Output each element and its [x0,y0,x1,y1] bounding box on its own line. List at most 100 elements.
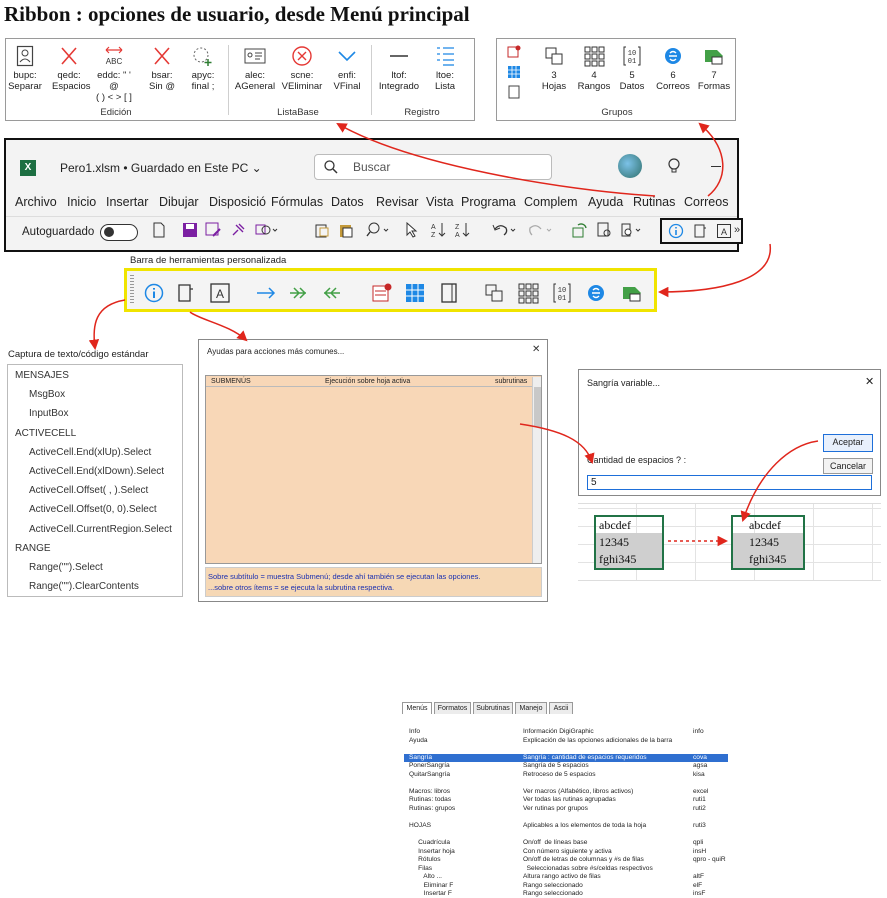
capture-item[interactable]: Range("").Select [29,562,103,573]
sort-az-icon[interactable]: AZ [430,222,446,238]
print-preview-icon[interactable] [596,222,612,238]
help-row-action[interactable]: Información DigiGraphic [523,728,594,736]
help-row-routine[interactable]: agsa [693,762,707,770]
capture-item[interactable]: Range("").ClearContents [29,581,139,592]
ltof-button[interactable]: ltof: Integrado [376,45,422,92]
help-row-action[interactable]: Aplicables a los elementos de toda la ho… [523,822,646,830]
bsar-button[interactable]: bsar: Sin @ [145,45,179,92]
capture-item[interactable]: ActiveCell.Offset(0, 0).Select [29,504,157,515]
help-row-routine[interactable]: ruti3 [693,822,706,830]
info-icon[interactable] [143,282,165,304]
scroll-icon[interactable] [692,223,708,239]
help-row-submenu[interactable]: Alto ... [409,873,442,881]
shapes-icon[interactable] [621,282,643,304]
help-row-submenu[interactable]: Rutinas: todas [409,796,451,804]
correos-button[interactable]: 6 Correos [654,45,692,92]
help-row-action[interactable]: Ver rutinas por grupos [523,805,588,813]
help-row-routine[interactable]: insF [693,890,705,898]
shapes-dropdown-icon[interactable] [255,222,279,238]
page-icon[interactable] [438,282,460,304]
help-row-action[interactable]: Ver todas las rutinas agrupadas [523,796,616,804]
menu-programa[interactable]: Programa [461,195,516,209]
help-tab[interactable]: Subrutinas [473,702,513,714]
apyc-button[interactable]: apyc: final ; [186,45,220,92]
datos-button[interactable]: 10 01 5 Datos [615,45,649,92]
hojas-button[interactable]: 3 Hojas [537,45,571,92]
help-row-action[interactable]: Altura rango activo de filas [523,873,601,881]
help-row-submenu[interactable]: HOJAS [409,822,431,830]
page-icon[interactable] [507,85,521,99]
help-row-submenu[interactable]: Cuadrícula [409,839,450,847]
help-row-submenu[interactable]: Eliminar F [409,882,454,890]
help-row-routine[interactable]: info [693,728,704,736]
menu-ayuda[interactable]: Ayuda [588,195,623,209]
help-row-action[interactable]: Ver macros (Alfabético, libros activos) [523,788,633,796]
help-row-submenu[interactable]: PonerSangría [409,762,450,770]
undo-icon[interactable] [492,222,518,238]
capture-item[interactable]: InputBox [29,408,68,419]
help-row-action[interactable]: On/off de líneas base [523,839,587,847]
help-tab[interactable]: Manejo [515,702,547,714]
range-grid-icon[interactable] [517,282,539,304]
pin-icon[interactable] [230,222,246,238]
text-box-icon[interactable]: A [209,282,231,304]
bupc-button[interactable]: bupc: Separar [8,45,42,92]
help-tab[interactable]: Ascii [549,702,573,714]
menu-vista[interactable]: Vista [426,195,454,209]
menu-datos[interactable]: Datos [331,195,364,209]
help-row-action[interactable]: On/off de letras de columnas y #s de fil… [523,856,644,864]
help-row-submenu[interactable]: Insertar hoja [409,848,455,856]
menu-formulas[interactable]: Fórmulas [271,195,323,209]
qedc-button[interactable]: qedc: Espacios [52,45,91,92]
menu-revisar[interactable]: Revisar [376,195,418,209]
cancel-button[interactable]: Cancelar [823,458,873,474]
binary-data-icon[interactable]: 1001 [551,282,573,304]
arrow-right-icon[interactable] [255,282,277,304]
globe-e-icon[interactable] [585,282,607,304]
help-row-routine[interactable]: ruti1 [693,796,706,804]
rangos-button[interactable]: 4 Rangos [577,45,611,92]
accept-button[interactable]: Aceptar [823,434,873,452]
refresh-icon[interactable] [572,222,588,238]
paste-icon[interactable] [338,222,354,238]
capture-item[interactable]: ActiveCell.End(xlUp).Select [29,447,151,458]
menu-archivo[interactable]: Archivo [15,195,57,209]
menu-insertar[interactable]: Insertar [106,195,148,209]
help-row-routine[interactable]: ruti2 [693,805,706,813]
lightbulb-icon[interactable] [666,157,682,175]
help-row-routine[interactable]: kisa [693,771,705,779]
toolbar-grip[interactable] [130,275,134,305]
help-row-submenu[interactable]: Sangría [409,754,432,762]
help-row-action[interactable]: Seleccionadas sobre #s/celdas respectivo… [523,865,653,873]
help-row-submenu[interactable]: Rótulos [409,856,440,864]
menu-rutinas[interactable]: Rutinas [633,195,675,209]
spaces-input[interactable]: 5 [587,475,872,490]
capture-item[interactable]: ActiveCell.End(xlDown).Select [29,466,164,477]
help-row-routine[interactable]: excel [693,788,708,796]
new-file-icon[interactable] [152,222,166,238]
select-cursor-icon[interactable] [404,222,418,238]
help-scrollbar[interactable] [532,377,541,563]
help-row-routine[interactable]: cova [693,754,707,762]
grid-icon[interactable] [404,282,426,304]
alec-button[interactable]: alec: AGeneral [234,45,276,92]
avatar[interactable] [618,154,642,178]
save-icon[interactable] [182,222,198,238]
overflow-chevron-icon[interactable]: » [734,224,740,236]
search-box[interactable]: Buscar [314,154,552,180]
double-chevron-right-icon[interactable] [287,282,309,304]
help-row-routine[interactable]: qpro - quiR [693,856,726,864]
help-row-submenu[interactable]: Ayuda [409,737,428,745]
scroll-icon[interactable] [175,282,197,304]
capture-item[interactable]: ActiveCell.CurrentRegion.Select [29,524,172,535]
help-row-submenu[interactable]: Macros: libros [409,788,450,796]
autosave-toggle[interactable] [100,224,138,241]
menu-dibujar[interactable]: Dibujar [159,195,199,209]
help-tab[interactable]: Menús [402,702,432,714]
help-row-action[interactable]: Rango seleccionado [523,890,583,898]
clipboard-icon[interactable] [314,222,330,238]
find-dropdown-icon[interactable] [366,222,392,238]
help-row-action[interactable]: Retroceso de 5 espacios [523,771,596,779]
help-row-routine[interactable]: altF [693,873,704,881]
sheet-gear-icon[interactable] [507,45,521,59]
